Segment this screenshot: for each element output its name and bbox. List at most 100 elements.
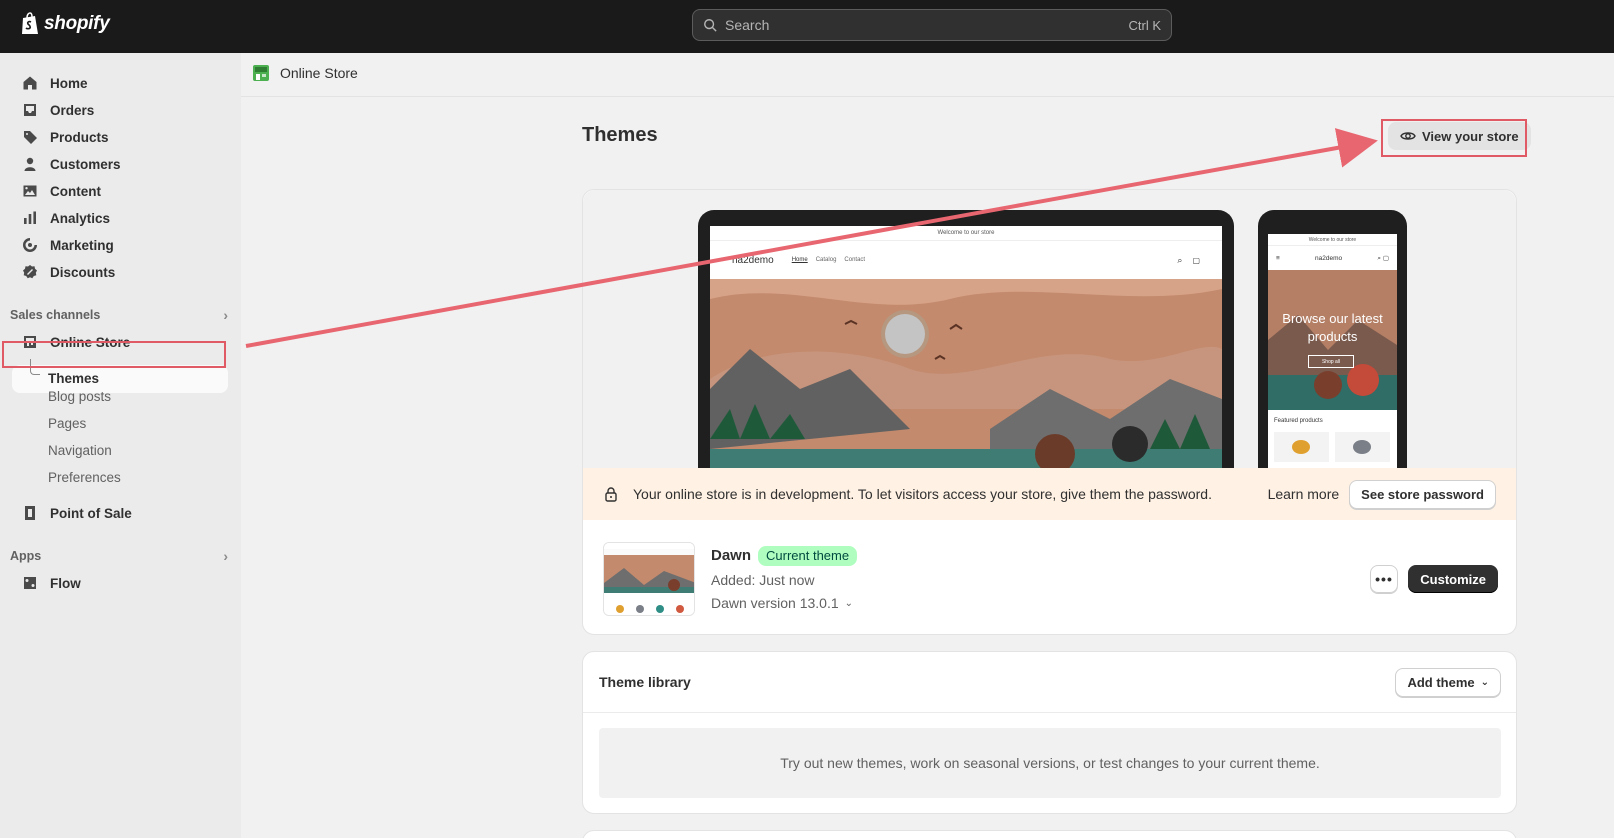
sidebar-item-flow[interactable]: Flow	[12, 570, 228, 596]
add-theme-button[interactable]: Add theme ⌄	[1395, 668, 1501, 697]
chevron-right-icon: ›	[223, 548, 228, 564]
see-store-password-button[interactable]: See store password	[1349, 479, 1496, 509]
bar-chart-icon	[22, 210, 38, 226]
person-icon	[22, 156, 38, 172]
sidebar-item-customers[interactable]: Customers	[12, 151, 228, 177]
more-actions-button[interactable]: •••	[1370, 565, 1398, 593]
pos-icon	[22, 505, 38, 521]
online-store-icon	[253, 65, 269, 81]
theme-thumbnail-image	[604, 543, 694, 615]
mobile-hero-text: Browse our latest products	[1282, 311, 1383, 344]
annotation-highlight-online-store	[2, 341, 226, 368]
sidebar-item-blog-posts[interactable]: Blog posts	[48, 389, 111, 404]
desktop-nav-catalog: Catalog	[815, 257, 837, 263]
sidebar-item-label: Customers	[50, 156, 121, 172]
mobile-hero: Browse our latest products Shop all	[1268, 270, 1397, 410]
apps-header[interactable]: Apps ›	[10, 548, 228, 564]
theme-library-card: Theme library Add theme ⌄ Try out new th…	[582, 651, 1517, 814]
annotation-highlight-view-store	[1381, 119, 1527, 157]
sidebar-item-home[interactable]: Home	[12, 70, 228, 96]
current-theme-row: Dawn Current theme Added: Just now Dawn …	[583, 520, 1516, 632]
desktop-preview: Welcome to our store na2demo Home Catalo…	[698, 210, 1234, 468]
breadcrumb[interactable]: Online Store	[252, 64, 358, 82]
chevron-right-icon: ›	[223, 307, 228, 323]
inbox-icon	[22, 102, 38, 118]
sidebar-item-marketing[interactable]: Marketing	[12, 232, 228, 258]
add-theme-label: Add theme	[1407, 675, 1475, 690]
customize-button[interactable]: Customize	[1408, 565, 1498, 593]
theme-thumbnail[interactable]	[603, 542, 695, 616]
desktop-nav-contact: Contact	[844, 257, 866, 263]
sidebar-item-label: Orders	[50, 102, 95, 118]
chevron-down-icon: ⌄	[844, 597, 854, 609]
mobile-product-thumb	[1335, 432, 1390, 462]
flow-icon	[22, 575, 38, 591]
search-shortcut: Ctrl K	[1128, 17, 1162, 33]
shopify-bag-icon	[22, 12, 38, 34]
current-theme-card: Welcome to our store na2demo Home Catalo…	[582, 189, 1517, 635]
search-placeholder: Search	[725, 17, 770, 33]
mobile-product-thumb	[1274, 432, 1329, 462]
mobile-menu-icon: ≡	[1276, 254, 1280, 262]
mobile-search-icon: ⌕ ▢	[1377, 254, 1389, 262]
mobile-announcement: Welcome to our store	[1268, 234, 1397, 246]
desktop-hero-illustration	[710, 279, 1222, 468]
top-bar: shopify Search Ctrl K	[0, 0, 1614, 53]
sidebar-item-themes[interactable]: Themes	[12, 359, 228, 393]
sidebar-item-label: Themes	[48, 371, 100, 386]
mobile-store-name: na2demo	[1315, 254, 1343, 262]
search-icon	[704, 19, 717, 32]
learn-more-link[interactable]: Learn more	[1268, 486, 1340, 502]
sidebar-item-label: Marketing	[50, 237, 114, 253]
home-icon	[22, 75, 38, 91]
mobile-preview: Welcome to our store ≡ na2demo ⌕ ▢ Brows…	[1258, 210, 1407, 468]
sidebar-item-label: Analytics	[50, 210, 111, 226]
sidebar-item-label: Flow	[50, 575, 81, 591]
library-empty-state: Try out new themes, work on seasonal ver…	[599, 728, 1501, 798]
sidebar-item-label: Discounts	[50, 264, 116, 280]
logo-text: shopify	[44, 13, 110, 34]
page-title: Themes	[582, 124, 658, 146]
search-input[interactable]: Search Ctrl K	[692, 9, 1172, 41]
notice-text: Your online store is in development. To …	[633, 486, 1212, 502]
sales-channels-header[interactable]: Sales channels ›	[10, 307, 228, 323]
mobile-header: ≡ na2demo ⌕ ▢	[1268, 246, 1397, 270]
sidebar-item-analytics[interactable]: Analytics	[12, 205, 228, 231]
sidebar-item-point-of-sale[interactable]: Point of Sale	[12, 500, 228, 526]
sidebar-item-content[interactable]: Content	[12, 178, 228, 204]
theme-added-text: Added: Just now	[711, 572, 815, 588]
desktop-header: na2demo Home Catalog Contact ⌕ ▢	[710, 241, 1222, 279]
sidebar-item-orders[interactable]: Orders	[12, 97, 228, 123]
sidebar-item-label: Home	[50, 75, 88, 91]
chevron-down-icon: ⌄	[1480, 677, 1489, 688]
shopify-logo[interactable]: shopify	[20, 12, 110, 36]
lock-icon	[605, 487, 617, 502]
discount-icon	[22, 264, 38, 280]
mobile-featured-label: Featured products	[1274, 418, 1323, 424]
sidebar-item-discounts[interactable]: Discounts	[12, 259, 228, 285]
desktop-nav-home: Home	[791, 257, 808, 263]
sidebar-item-label: Products	[50, 129, 109, 145]
sidebar-item-label: Point of Sale	[50, 505, 132, 521]
header-divider	[241, 96, 1614, 97]
mobile-product-row	[1268, 432, 1397, 462]
sidebar-item-pages[interactable]: Pages	[48, 416, 86, 431]
desktop-announcement: Welcome to our store	[710, 226, 1222, 241]
desktop-screen: Welcome to our store na2demo Home Catalo…	[710, 226, 1222, 468]
desktop-cart-icon: ▢	[1192, 255, 1200, 265]
desktop-search-icon: ⌕	[1177, 254, 1183, 265]
apps-label: Apps	[10, 549, 42, 563]
breadcrumb-label: Online Store	[280, 65, 358, 81]
tag-icon	[22, 129, 38, 145]
target-icon	[22, 237, 38, 253]
theme-name: Dawn	[711, 547, 752, 564]
sidebar-item-products[interactable]: Products	[12, 124, 228, 150]
sidebar-item-label: Content	[50, 183, 101, 199]
sidebar-item-preferences[interactable]: Preferences	[48, 470, 121, 485]
desktop-store-name: na2demo	[732, 254, 774, 266]
theme-version-toggle[interactable]: Dawn version 13.0.1 ⌄	[711, 595, 853, 611]
mobile-screen: Welcome to our store ≡ na2demo ⌕ ▢ Brows…	[1268, 234, 1397, 468]
sidebar-item-navigation[interactable]: Navigation	[48, 443, 112, 458]
theme-preview[interactable]: Welcome to our store na2demo Home Catalo…	[583, 190, 1516, 468]
theme-library-title: Theme library	[599, 674, 691, 690]
